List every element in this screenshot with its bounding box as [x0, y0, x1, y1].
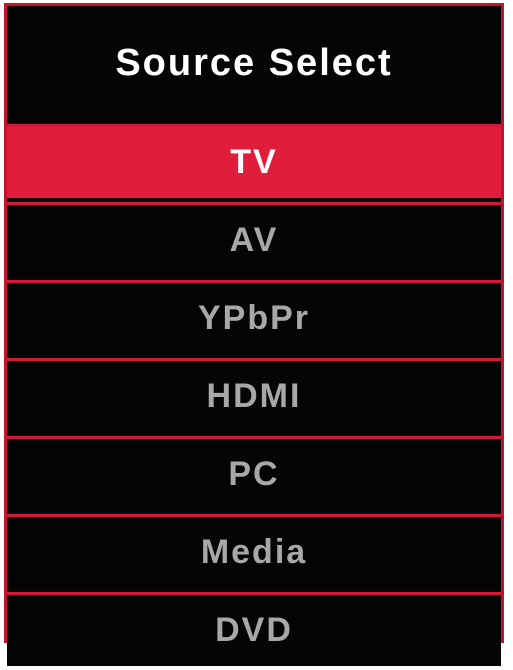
source-item-tv[interactable]: TV [7, 127, 501, 198]
source-list: TV AV YPbPr HDMI PC Media DVD [7, 124, 501, 670]
source-item-ypbpr[interactable]: YPbPr [7, 283, 501, 354]
source-item-hdmi[interactable]: HDMI [7, 361, 501, 432]
source-item-pc[interactable]: PC [7, 439, 501, 510]
source-item-dvd[interactable]: DVD [7, 595, 501, 666]
source-select-menu: Source Select TV AV YPbPr HDMI PC Media … [4, 3, 504, 666]
source-item-av[interactable]: AV [7, 205, 501, 276]
menu-title: Source Select [115, 41, 393, 84]
source-item-media[interactable]: Media [7, 517, 501, 588]
